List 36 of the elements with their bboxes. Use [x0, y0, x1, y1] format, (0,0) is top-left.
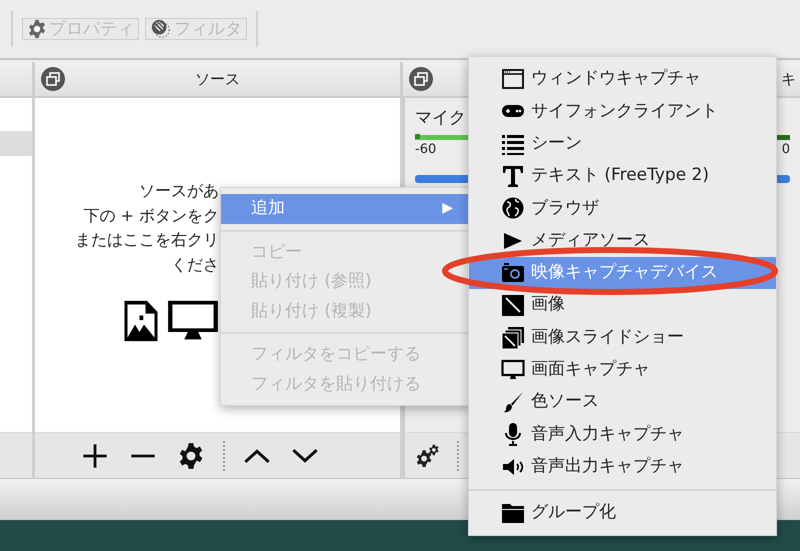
- channel-name: マイク: [415, 107, 466, 130]
- menu-item[interactable]: サイフォンクライアント: [469, 95, 776, 128]
- menu-item[interactable]: ブラウザ: [469, 192, 776, 224]
- letter-t-icon: [501, 164, 525, 188]
- monitor-icon: [501, 358, 525, 382]
- image-file-icon: [123, 299, 159, 343]
- menu-item[interactable]: シーン: [469, 128, 776, 160]
- hint-text: またはここを右クリ: [74, 229, 219, 251]
- gears-icon: [415, 442, 441, 468]
- menu-item[interactable]: 音声出力キャプチャ: [469, 450, 776, 483]
- panel-title: キ: [781, 68, 796, 90]
- globe-icon: [501, 196, 525, 220]
- meter-tick: -60: [415, 140, 436, 158]
- filter-icon: [150, 18, 172, 40]
- hint-text: ソースがあ: [138, 180, 219, 202]
- menu-item[interactable]: メディアソース: [469, 224, 776, 257]
- menu-item[interactable]: 音声入力キャプチャ: [469, 418, 776, 451]
- hint-text: 下の + ボタンをク: [82, 204, 219, 226]
- undock-icon[interactable]: [409, 67, 433, 91]
- hint-text: くださ: [170, 254, 219, 276]
- slides-icon: [501, 326, 525, 350]
- panel-title: ソース: [195, 70, 240, 88]
- menu-item[interactable]: テキスト (FreeType 2): [469, 160, 776, 192]
- menu-item[interactable]: グループ化: [469, 496, 776, 530]
- folder-icon: [501, 501, 525, 525]
- menu-item[interactable]: 色ソース: [469, 386, 776, 418]
- camera-icon: [501, 260, 525, 285]
- undock-icon[interactable]: [41, 67, 65, 91]
- menu-item[interactable]: 画像: [469, 289, 776, 322]
- window-icon: [501, 67, 525, 92]
- gear-icon: [27, 19, 47, 39]
- meter-tick: 0: [782, 140, 790, 158]
- menu-item[interactable]: ウィンドウキャプチャ: [469, 63, 776, 96]
- menu-item[interactable]: 画面キャプチャ: [469, 354, 776, 386]
- image-icon: [501, 293, 525, 318]
- menu-item[interactable]: 画像スライドショー: [469, 321, 776, 354]
